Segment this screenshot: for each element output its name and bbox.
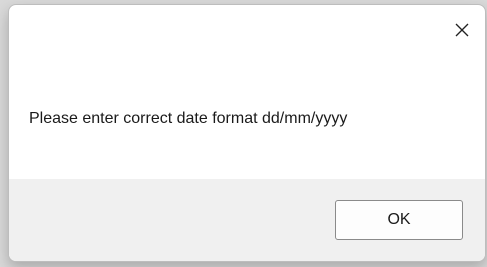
ok-button[interactable]: OK [335,200,463,240]
close-icon [455,23,469,37]
message-dialog: Please enter correct date format dd/mm/y… [8,4,486,262]
dialog-footer: OK [9,179,485,261]
dialog-message: Please enter correct date format dd/mm/y… [29,110,348,127]
close-button[interactable] [449,17,475,43]
